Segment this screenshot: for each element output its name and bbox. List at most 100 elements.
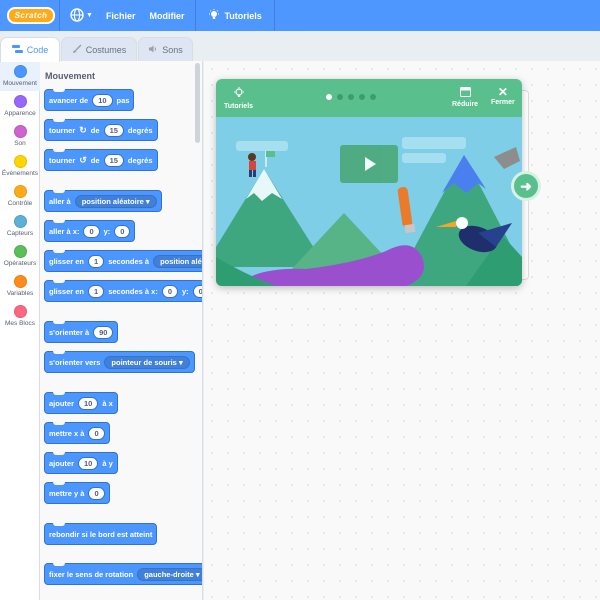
category-dot	[13, 305, 27, 318]
point-towards-dropdown[interactable]: pointeur de souris ▾	[104, 355, 190, 369]
tutorials-button-label: Tutoriels	[224, 103, 254, 110]
tutorial-illustration	[216, 117, 522, 286]
glide-dropdown[interactable]: position aléatoire	[153, 254, 202, 268]
category-control[interactable]: Contrôle	[0, 181, 40, 211]
block-bounce[interactable]: rebondir si le bord est atteint	[44, 523, 158, 545]
category-label: Capteurs	[6, 230, 34, 237]
block-move-steps[interactable]: avancer de 10 pas	[44, 89, 135, 111]
shrink-button[interactable]: Réduire	[452, 87, 478, 108]
category-my-blocks[interactable]: Mes Blocs	[0, 301, 40, 331]
number-input[interactable]: 1	[88, 284, 105, 298]
category-label: Opérateurs	[3, 260, 37, 267]
block-text: ajouter	[49, 458, 75, 468]
next-arrow-button[interactable]: ➜	[511, 171, 541, 201]
lightbulb-icon	[233, 87, 245, 101]
dropdown-value: position aléatoire	[81, 196, 144, 206]
category-dot	[13, 245, 27, 258]
tab-costumes-label: Costumes	[85, 44, 127, 55]
menu-divider	[273, 0, 275, 31]
page-dot[interactable]	[348, 94, 354, 100]
block-text: y:	[103, 226, 111, 236]
block-text: secondes à x:	[108, 286, 158, 296]
category-dot	[13, 95, 27, 108]
block-goto-xy[interactable]: aller à x: 0 y: 0	[44, 220, 136, 242]
category-operators[interactable]: Opérateurs	[0, 241, 40, 271]
block-text: fixer le sens de rotation	[49, 569, 134, 579]
number-input[interactable]: 10	[78, 456, 99, 470]
x-input[interactable]: 0	[83, 224, 100, 238]
category-dot	[13, 125, 27, 138]
rotation-style-dropdown[interactable]: gauche-droite ▾	[137, 567, 202, 581]
block-glide-to[interactable]: glisser en 1 secondes à position aléatoi…	[44, 250, 202, 272]
block-set-y[interactable]: mettre y à 0	[44, 482, 110, 504]
shrink-icon	[459, 87, 471, 99]
block-text: avancer de	[49, 95, 89, 105]
block-turn-right[interactable]: tourner ↻ de 15 degrés	[44, 119, 158, 141]
page-dot[interactable]	[326, 94, 332, 100]
number-input[interactable]: 1	[88, 254, 105, 268]
flyout-scrollbar[interactable]	[195, 63, 200, 143]
block-text: s'orienter vers	[49, 357, 101, 367]
block-rotation-style[interactable]: fixer le sens de rotation gauche-droite …	[44, 563, 202, 585]
block-goto[interactable]: aller à position aléatoire ▾	[44, 190, 162, 212]
menu-divider	[195, 0, 197, 31]
category-menu: Mouvement Apparence Son Événements Contr…	[0, 61, 40, 600]
category-label: Mes Blocs	[5, 320, 35, 327]
category-sensing[interactable]: Capteurs	[0, 211, 40, 241]
close-label: Fermer	[491, 99, 515, 106]
category-variables[interactable]: Variables	[0, 271, 40, 301]
number-input[interactable]: 10	[78, 396, 99, 410]
tutorials-button[interactable]: Tutoriels	[224, 87, 253, 110]
goto-dropdown[interactable]: position aléatoire ▾	[74, 194, 157, 208]
menu-bar: Scratch ▼ Fichier Modifier Tutoriels	[0, 0, 600, 31]
number-input[interactable]: 0	[88, 486, 105, 500]
rotate-clockwise-icon: ↻	[79, 124, 87, 135]
language-menu[interactable]: ▼	[64, 0, 99, 31]
block-point-towards[interactable]: s'orienter vers pointeur de souris ▾	[44, 351, 195, 373]
tab-costumes[interactable]: Costumes	[61, 37, 137, 61]
tutorials-menu[interactable]: Tutoriels	[200, 0, 269, 31]
block-change-x[interactable]: ajouter 10 à x	[44, 392, 118, 414]
number-input[interactable]: 10	[92, 93, 113, 107]
number-input[interactable]: 15	[103, 153, 124, 167]
x-input[interactable]: 0	[161, 284, 178, 298]
category-looks[interactable]: Apparence	[0, 91, 40, 121]
block-glide-xy[interactable]: glisser en 1 secondes à x: 0 y: 0	[44, 280, 202, 302]
tutorial-card-header[interactable]: Tutoriels Réduire ✕ Fermer	[216, 79, 522, 117]
category-label: Mouvement	[3, 80, 37, 87]
page-dot[interactable]	[337, 94, 343, 100]
block-text: tourner	[49, 125, 76, 135]
scratch-logo[interactable]: Scratch	[7, 7, 55, 24]
file-menu[interactable]: Fichier	[99, 0, 143, 31]
page-dot[interactable]	[370, 94, 376, 100]
category-motion[interactable]: Mouvement	[0, 61, 40, 91]
tab-code[interactable]: Code	[0, 37, 60, 62]
globe-icon	[70, 7, 84, 24]
lightbulb-icon	[208, 8, 220, 23]
block-set-x[interactable]: mettre x à 0	[44, 422, 110, 444]
block-text: à x	[102, 398, 113, 408]
y-input[interactable]: 0	[192, 284, 202, 298]
tutorials-label: Tutoriels	[224, 10, 262, 21]
y-input[interactable]: 0	[114, 224, 131, 238]
block-turn-left[interactable]: tourner ↺ de 15 degrés	[44, 149, 158, 171]
block-point-direction[interactable]: s'orienter à 90	[44, 321, 119, 343]
edit-menu[interactable]: Modifier	[142, 0, 191, 31]
block-change-y[interactable]: ajouter 10 à y	[44, 452, 118, 474]
block-text: de	[90, 125, 100, 135]
number-input[interactable]: 90	[93, 325, 114, 339]
number-input[interactable]: 0	[88, 426, 105, 440]
block-text: ajouter	[49, 398, 75, 408]
editor-tabs: Code Costumes Sons	[0, 31, 600, 62]
tutorial-card[interactable]: Tutoriels Réduire ✕ Fermer	[216, 79, 522, 286]
page-dot[interactable]	[359, 94, 365, 100]
chevron-down-icon: ▾	[145, 196, 150, 206]
video-play-button[interactable]	[340, 145, 398, 183]
category-label: Contrôle	[7, 200, 33, 207]
category-events[interactable]: Événements	[0, 151, 40, 181]
category-sound[interactable]: Son	[0, 121, 40, 151]
tab-sounds[interactable]: Sons	[138, 37, 193, 61]
number-input[interactable]: 15	[103, 123, 124, 137]
menu-divider	[59, 0, 60, 31]
close-button[interactable]: ✕ Fermer	[491, 86, 515, 106]
